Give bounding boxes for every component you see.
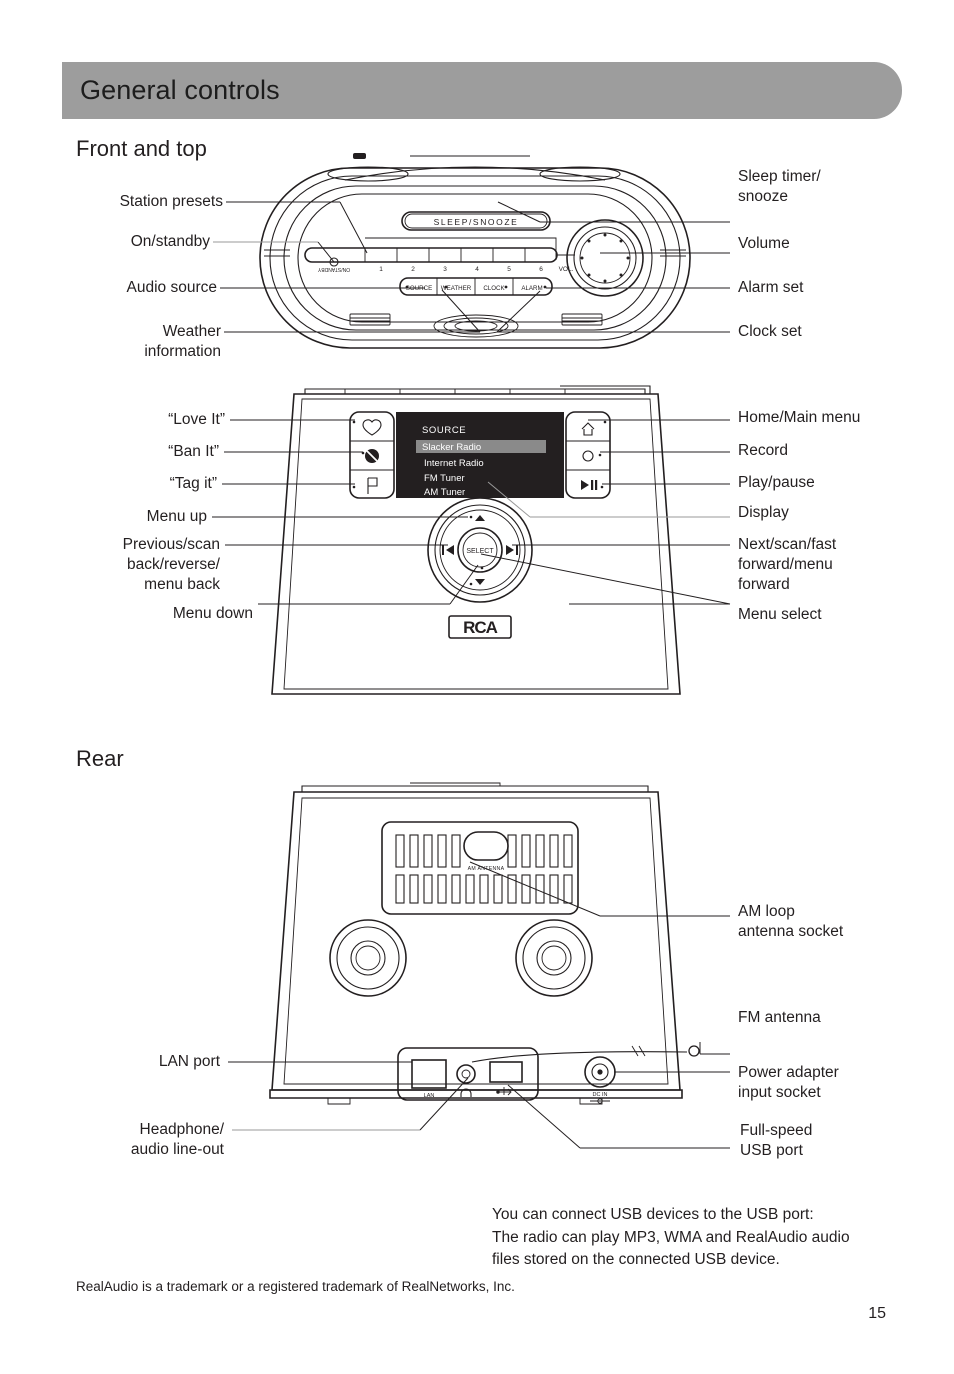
page-number: 15: [868, 1305, 886, 1322]
usb-note: You can connect USB devices to the USB p…: [492, 1206, 850, 1268]
trademark-footnote: RealAudio is a trademark or a registered…: [76, 1279, 515, 1294]
label-lan-port: LAN port: [158, 1053, 220, 1070]
label-power-adapter-input-socket: Power adapter input socket: [738, 1064, 839, 1101]
label-fm-antenna: FM antenna: [738, 1009, 821, 1026]
manual-page: General controls Front and top Rear SLEE…: [0, 0, 954, 1374]
label-am-loop-antenna-socket: AM loop antenna socket: [738, 903, 844, 940]
label-full-speed-usb-port: Full-speed USB port: [740, 1122, 813, 1159]
label-headphone-audio-line-out: Headphone/ audio line-out: [130, 1121, 224, 1158]
rear-view-leader-lines: [228, 861, 730, 1149]
